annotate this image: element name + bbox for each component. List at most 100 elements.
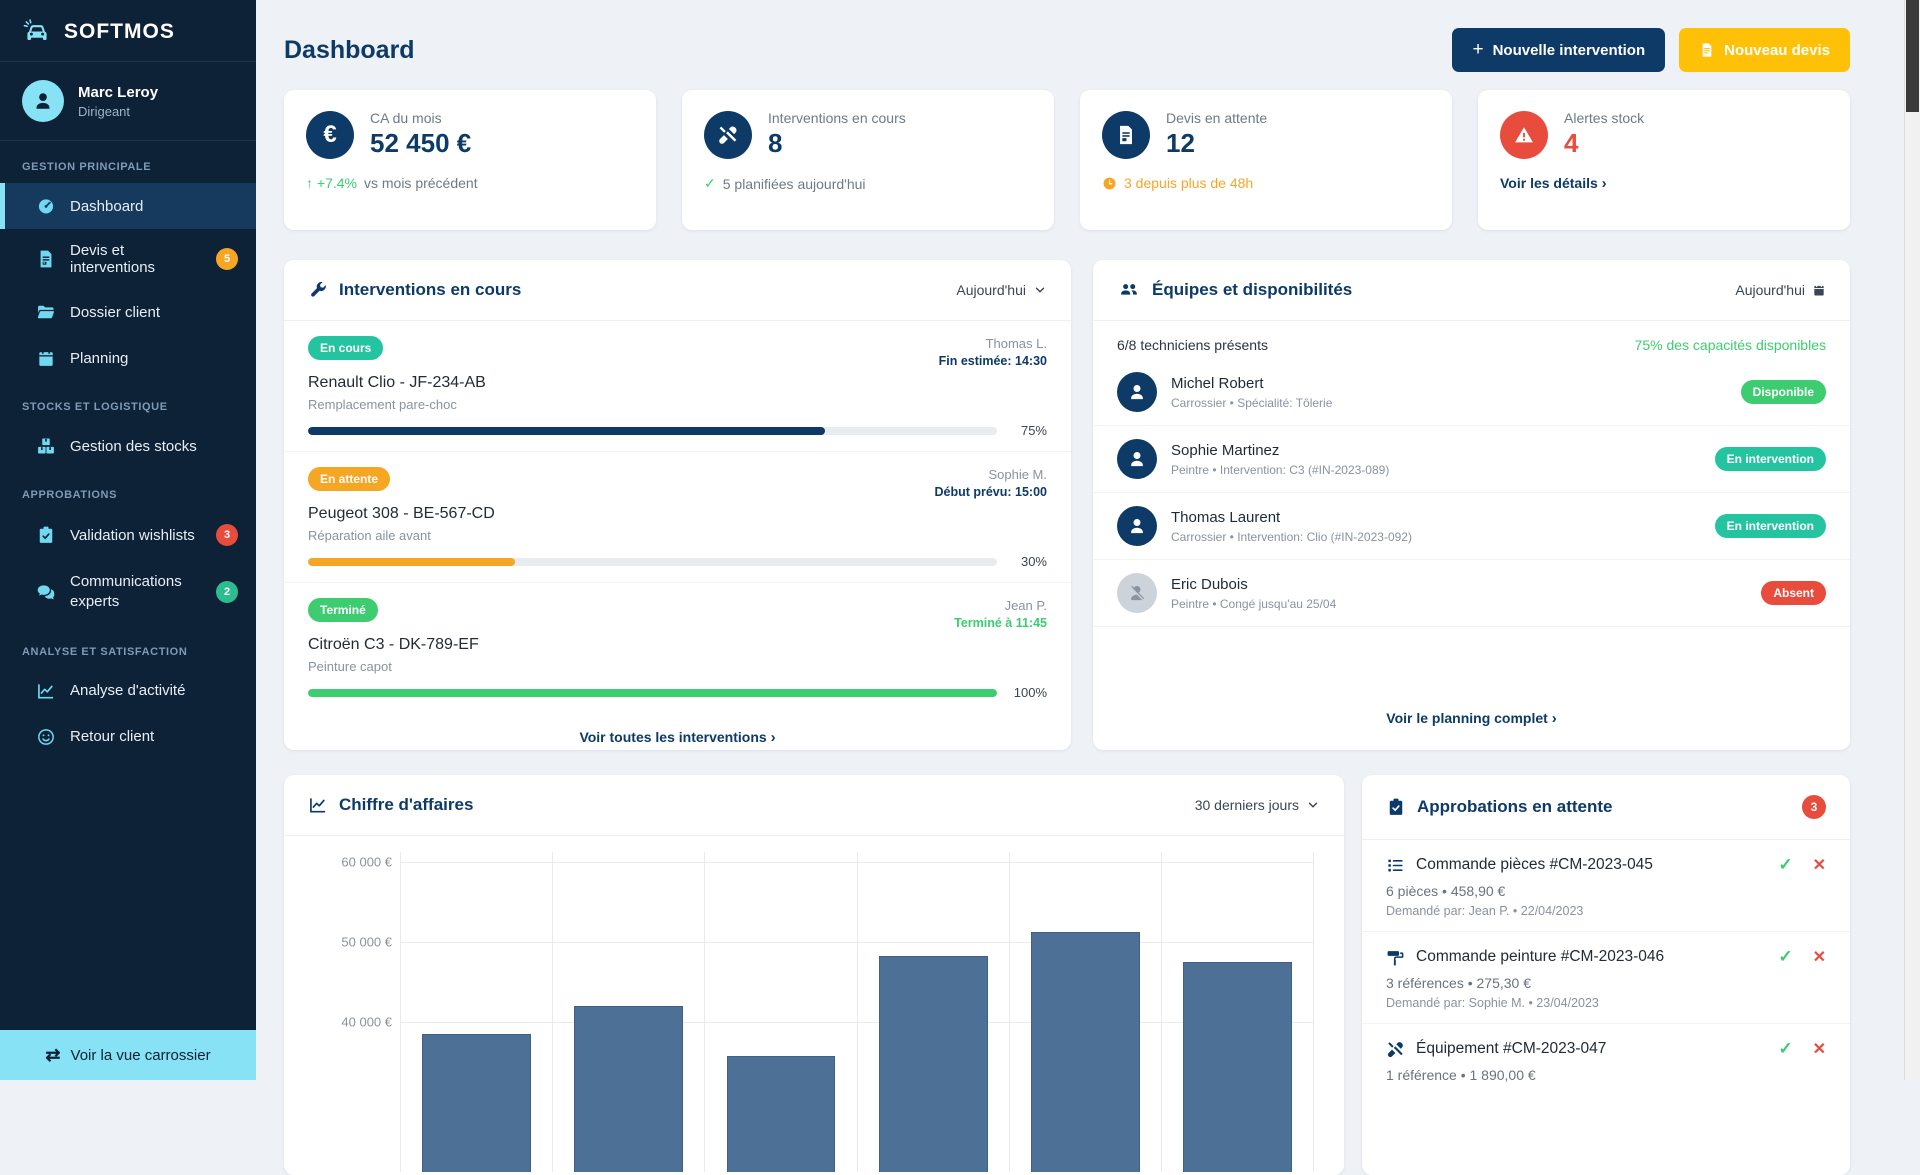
plus-icon: +: [1472, 39, 1483, 61]
period-label: 30 derniers jours: [1195, 797, 1299, 813]
kpi-card-interventions: Interventions en cours 8 ✓ 5 planifiées …: [682, 90, 1054, 230]
smile-icon: [36, 727, 56, 747]
teams-period-select[interactable]: Aujourd'hui: [1735, 282, 1826, 298]
approve-check-icon[interactable]: ✓: [1778, 1039, 1792, 1059]
availability-badge: En intervention: [1715, 447, 1826, 471]
calendar-icon: [36, 348, 56, 368]
sidebar-item-validation-wishlists[interactable]: Validation wishlists 3: [0, 511, 256, 559]
assignee: Jean P.: [954, 598, 1047, 613]
chart-ytick-label: 50 000 €: [341, 935, 392, 950]
user-slash-icon: [1117, 573, 1157, 613]
vehicle-label: Peugeot 308 - BE-567-CD: [308, 505, 1047, 523]
list-icon: [1386, 856, 1405, 875]
scrollbar-thumb[interactable]: [1906, 0, 1919, 112]
calendar-icon: [1812, 283, 1826, 297]
approval-title: Équipement #CM-2023-047: [1416, 1040, 1606, 1058]
interventions-period-select[interactable]: Aujourd'hui: [956, 282, 1047, 298]
clock-icon: [1102, 176, 1117, 191]
kpi-label: Alertes stock: [1564, 110, 1644, 126]
stock-details-link[interactable]: Voir les détails ›: [1500, 175, 1607, 192]
vehicle-label: Citroën C3 - DK-789-EF: [308, 636, 1047, 654]
member-meta: Carrossier • Spécialité: Tôlerie: [1171, 396, 1332, 410]
new-intervention-button[interactable]: + Nouvelle intervention: [1452, 28, 1665, 72]
chart-column: [704, 852, 856, 1172]
section-label-approbations: APPROBATIONS: [0, 469, 256, 511]
stock-details-label: Voir les détails: [1500, 175, 1598, 191]
team-member-row[interactable]: Michel Robert Carrossier • Spécialité: T…: [1093, 359, 1850, 426]
sidebar-item-devis-interventions[interactable]: $ Devis et interventions 5: [0, 229, 256, 289]
kpi-status: 3 depuis plus de 48h: [1124, 175, 1253, 191]
sidebar-item-retour-client[interactable]: Retour client: [0, 714, 256, 760]
sidebar-item-planning[interactable]: Planning: [0, 335, 256, 381]
switch-view-button[interactable]: ⇄ Voir la vue carrossier: [0, 1030, 256, 1080]
intervention-item[interactable]: Terminé Jean P. Terminé à 11:45 Citroën …: [284, 583, 1071, 713]
present-count: 6/8 techniciens présents: [1117, 337, 1268, 353]
user-name: Marc Leroy: [78, 84, 158, 101]
sidebar-item-dossier-client[interactable]: Dossier client: [0, 289, 256, 335]
status-badge: Terminé: [308, 598, 378, 622]
team-member-row[interactable]: Eric Dubois Peintre • Congé jusqu'au 25/…: [1093, 560, 1850, 627]
intervention-item[interactable]: En cours Thomas L. Fin estimée: 14:30 Re…: [284, 321, 1071, 452]
chart-bar: [1031, 932, 1140, 1172]
sidebar-item-dashboard[interactable]: Dashboard: [0, 183, 256, 229]
availability-badge: Absent: [1761, 581, 1826, 605]
approve-check-icon[interactable]: ✓: [1778, 855, 1792, 875]
chart-bar: [1183, 962, 1292, 1172]
file-invoice-icon: $: [36, 249, 56, 269]
sidebar-item-communications-experts[interactable]: Communications experts 2: [0, 559, 256, 626]
approval-requested-by: Demandé par: Jean P. • 22/04/2023: [1386, 904, 1826, 918]
reject-x-icon[interactable]: ✕: [1813, 855, 1826, 875]
revenue-chart-plot: [400, 852, 1314, 1172]
capacity-label: 75% des capacités disponibles: [1635, 337, 1826, 353]
chart-bar: [574, 1006, 683, 1172]
kpi-label: CA du mois: [370, 110, 471, 126]
kpi-row: € CA du mois 52 450 € ↑ +7.4% vs mois pr…: [284, 90, 1850, 230]
progress-label: 100%: [1009, 685, 1047, 700]
full-planning-link[interactable]: Voir le planning complet ›: [1386, 710, 1556, 726]
sidebar-item-label: Dashboard: [70, 198, 143, 215]
intervention-item[interactable]: En attente Sophie M. Début prévu: 15:00 …: [284, 452, 1071, 583]
progress-label: 75%: [1009, 423, 1047, 438]
sidebar-item-label: Gestion des stocks: [70, 438, 197, 455]
reject-x-icon[interactable]: ✕: [1813, 1039, 1826, 1059]
warning-triangle-icon: [1500, 111, 1548, 159]
sidebar-item-analyse-activite[interactable]: Analyse d'activité: [0, 668, 256, 714]
main-content: Dashboard + Nouvelle intervention Nouvea…: [256, 0, 1904, 1080]
chart-period-select[interactable]: 30 derniers jours: [1195, 797, 1320, 813]
approval-item: Commande pièces #CM-2023-045 ✓ ✕ 6 pièce…: [1362, 840, 1850, 932]
chart-ytick-label: 60 000 €: [341, 855, 392, 870]
comments-icon: [36, 582, 56, 602]
folder-open-icon: [36, 302, 56, 322]
new-intervention-label: Nouvelle intervention: [1493, 42, 1646, 59]
chart-line-icon: [36, 681, 56, 701]
period-label: Aujourd'hui: [956, 282, 1026, 298]
section-label-gestion: GESTION PRINCIPALE: [0, 141, 256, 183]
revenue-chart-panel: Chiffre d'affaires 30 derniers jours 60 …: [284, 775, 1344, 1175]
full-planning-label: Voir le planning complet: [1386, 710, 1548, 726]
team-member-row[interactable]: Thomas Laurent Carrossier • Intervention…: [1093, 493, 1850, 560]
sidebar-item-gestion-stocks[interactable]: Gestion des stocks: [0, 423, 256, 469]
badge-count: 2: [216, 581, 238, 603]
sidebar-user[interactable]: Marc Leroy Dirigeant: [0, 62, 256, 141]
team-member-row[interactable]: Sophie Martinez Peintre • Intervention: …: [1093, 426, 1850, 493]
approvals-count-badge: 3: [1802, 795, 1826, 819]
vehicle-label: Renault Clio - JF-234-AB: [308, 374, 1047, 392]
new-quote-button[interactable]: Nouveau devis: [1679, 28, 1850, 72]
kpi-card-alertes: Alertes stock 4 Voir les détails ›: [1478, 90, 1850, 230]
chevron-down-icon: [1306, 798, 1320, 812]
approve-check-icon[interactable]: ✓: [1778, 947, 1792, 967]
chart-column: [552, 852, 704, 1172]
chevron-right-icon: ›: [1602, 175, 1607, 192]
period-label: Aujourd'hui: [1735, 282, 1805, 298]
revenue-chart: 60 000 €50 000 €40 000 €: [308, 852, 1320, 1172]
badge-count: 5: [216, 248, 238, 270]
tools-icon: [704, 111, 752, 159]
user-avatar: [22, 80, 64, 122]
file-icon: [1699, 42, 1715, 58]
badge-count: 3: [216, 524, 238, 546]
interventions-panel: Interventions en cours Aujourd'hui En co…: [284, 260, 1071, 750]
all-interventions-link[interactable]: Voir toutes les interventions ›: [579, 729, 775, 745]
kpi-value: 52 450 €: [370, 128, 471, 159]
page-scrollbar[interactable]: [1904, 0, 1920, 1080]
reject-x-icon[interactable]: ✕: [1813, 947, 1826, 967]
